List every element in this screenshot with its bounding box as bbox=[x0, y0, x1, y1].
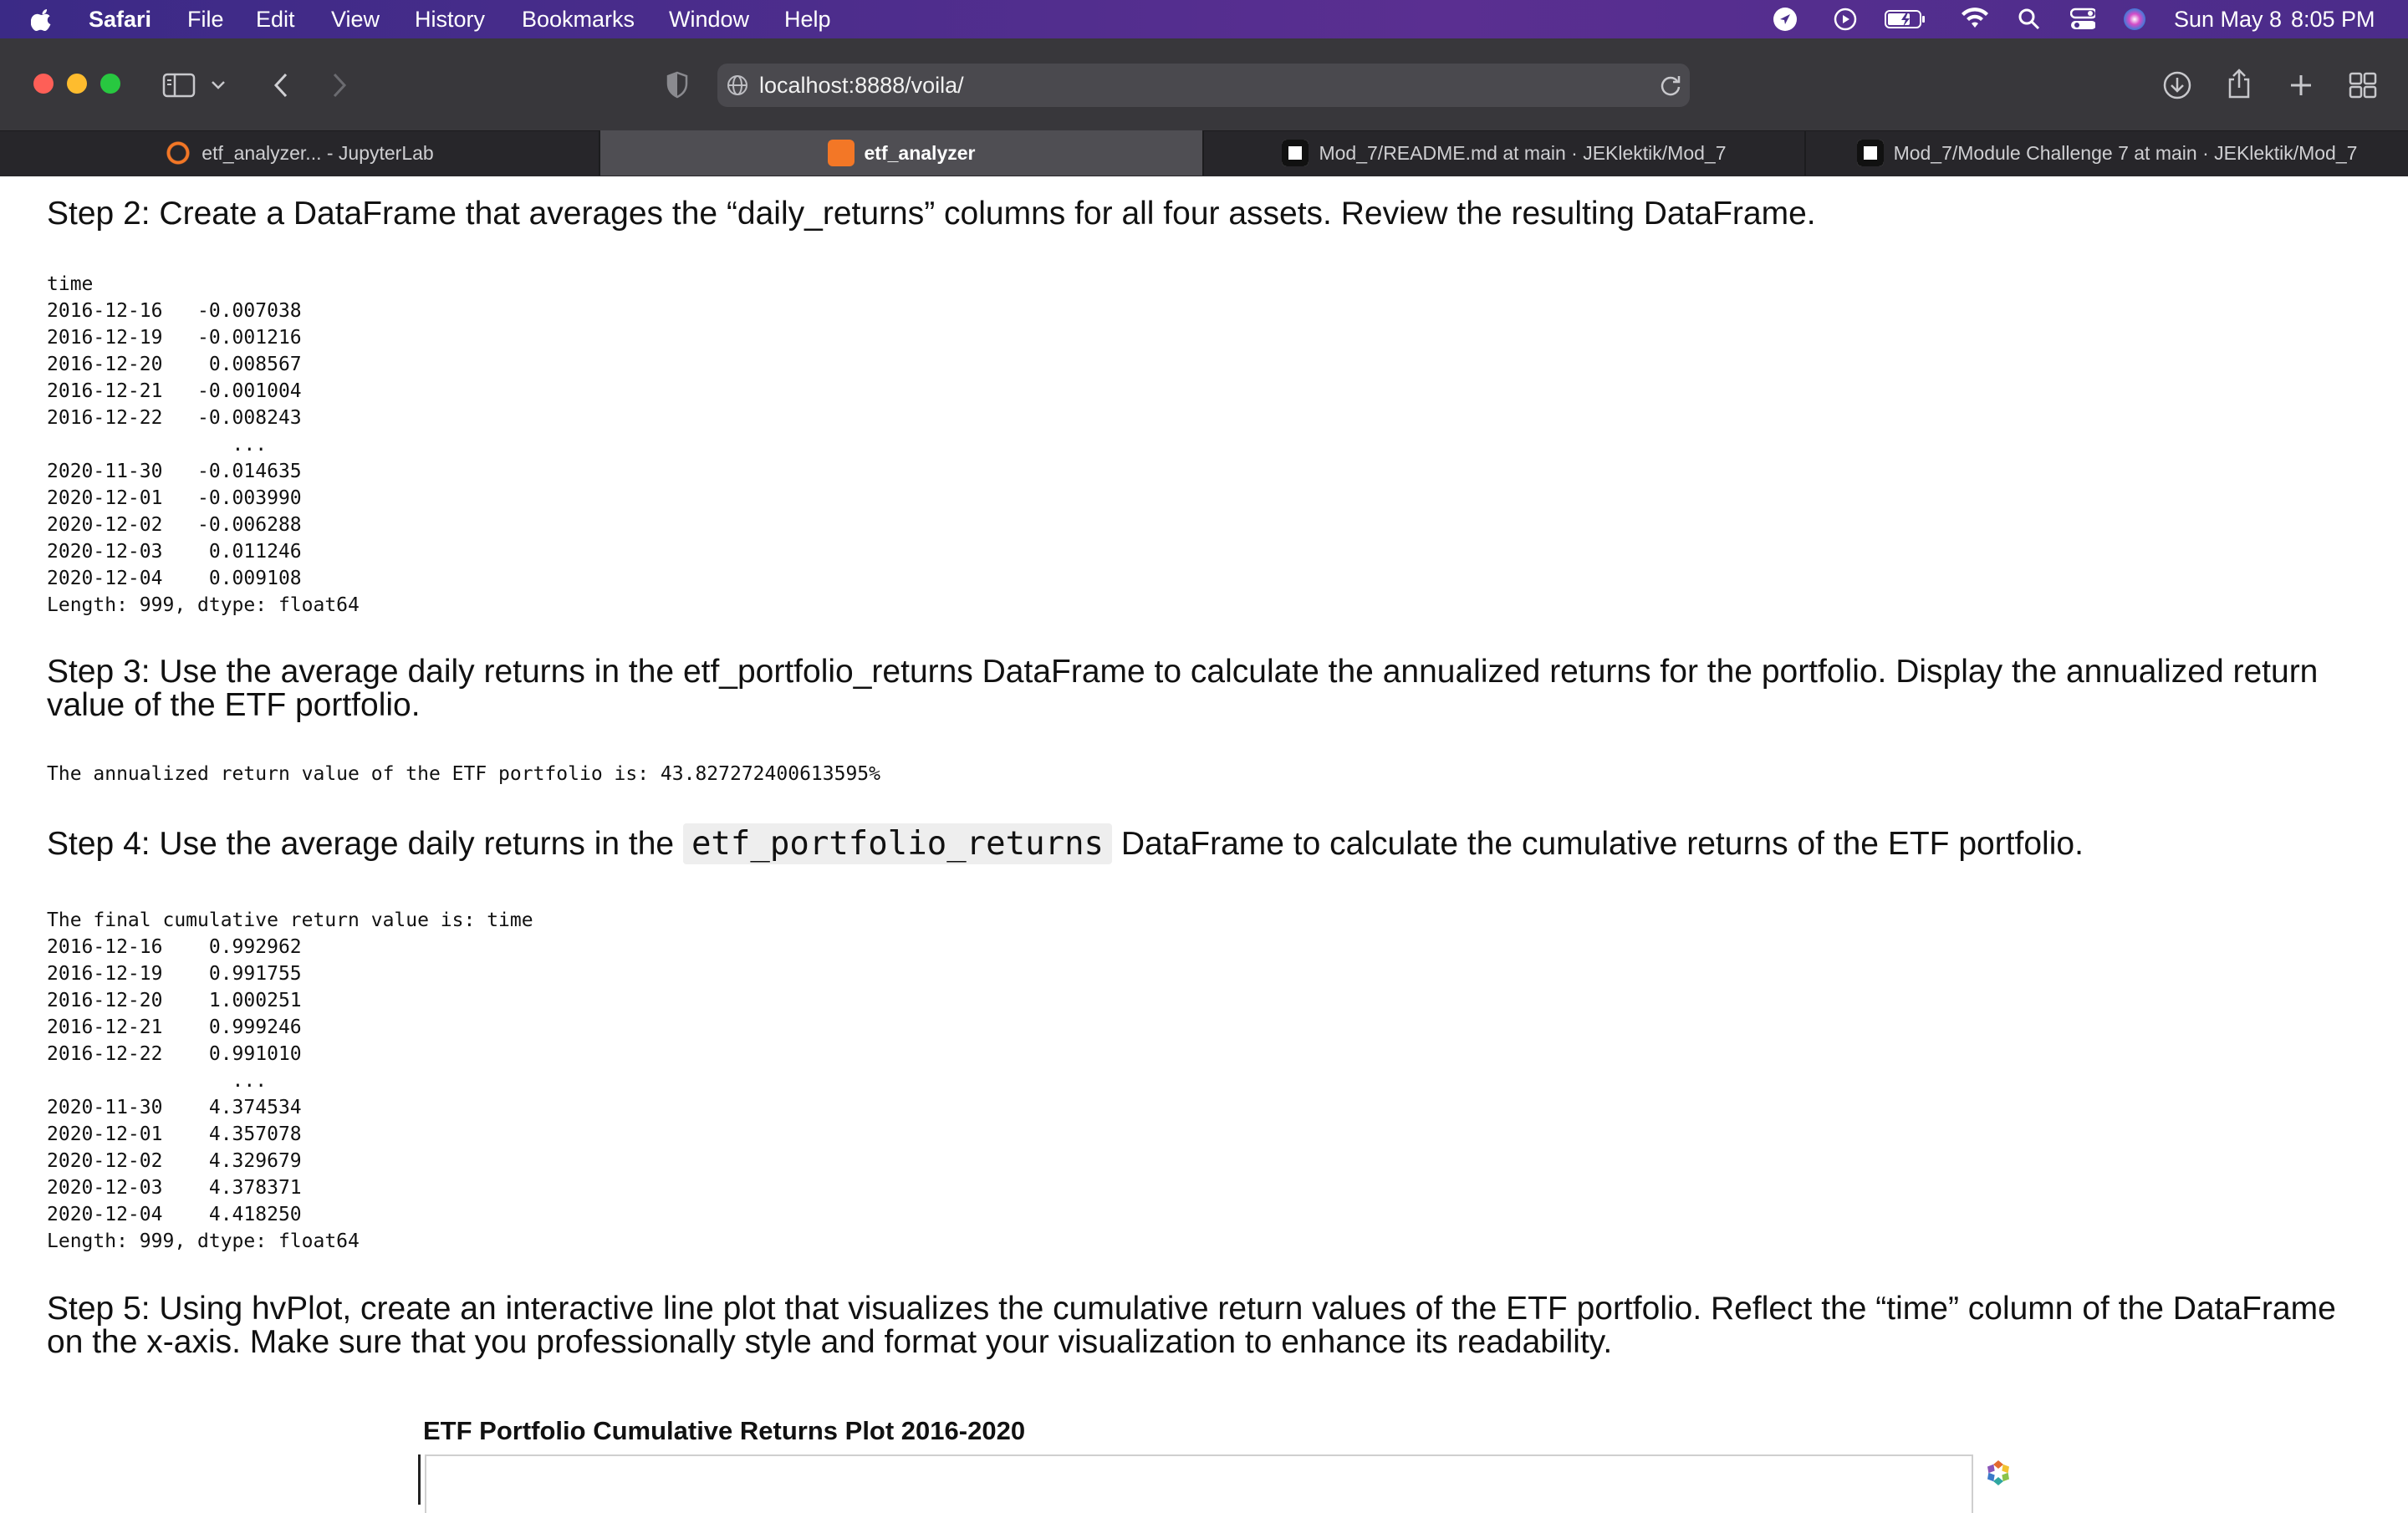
step2-heading: Step 2: Create a DataFrame that averages… bbox=[47, 196, 1816, 232]
tab-label: Mod_7/README.md at main · JEKlektik/Mod_… bbox=[1319, 141, 1727, 164]
bokeh-logo-icon[interactable] bbox=[1983, 1458, 2013, 1488]
menu-app-name[interactable]: Safari bbox=[89, 0, 151, 38]
globe-icon bbox=[726, 74, 749, 97]
plot-title: ETF Portfolio Cumulative Returns Plot 20… bbox=[423, 1416, 1026, 1445]
tab-jupyterlab[interactable]: etf_analyzer... - JupyterLab bbox=[0, 130, 600, 176]
menu-file[interactable]: File bbox=[187, 0, 224, 38]
zoom-window-button[interactable] bbox=[100, 74, 120, 94]
apple-icon[interactable] bbox=[30, 7, 55, 32]
siri-icon[interactable] bbox=[2122, 7, 2147, 32]
tab-readme[interactable]: Mod_7/README.md at main · JEKlektik/Mod_… bbox=[1204, 130, 1806, 176]
forward-icon[interactable] bbox=[321, 67, 358, 104]
step2-output: time 2016-12-16 -0.007038 2016-12-19 -0.… bbox=[47, 273, 360, 616]
tab-label: Mod_7/Module Challenge 7 at main · JEKle… bbox=[1893, 141, 2358, 164]
menu-history[interactable]: History bbox=[415, 0, 485, 38]
battery-icon[interactable] bbox=[1885, 7, 1926, 32]
step3-heading: Step 3: Use the average daily returns in… bbox=[47, 654, 2319, 723]
sidebar-icon[interactable] bbox=[161, 67, 197, 104]
menu-date[interactable]: Sun May 8 bbox=[2174, 0, 2282, 38]
step4-heading-pre: Step 4: Use the average daily returns in… bbox=[47, 826, 675, 862]
search-icon[interactable] bbox=[2017, 7, 2042, 32]
menu-window[interactable]: Window bbox=[669, 0, 749, 38]
minimize-window-button[interactable] bbox=[67, 74, 87, 94]
reload-icon[interactable] bbox=[1652, 67, 1689, 104]
github-icon bbox=[1282, 140, 1309, 166]
step4-heading-post: DataFrame to calculate the cumulative re… bbox=[1120, 826, 2084, 862]
url-text[interactable]: localhost:8888/voila/ bbox=[759, 64, 964, 107]
tab-label: etf_analyzer... - JupyterLab bbox=[202, 141, 434, 164]
menu-edit[interactable]: Edit bbox=[256, 0, 295, 38]
step4-heading-code: etf_portfolio_returns bbox=[682, 823, 1113, 864]
step5-heading: Step 5: Using hvPlot, create an interact… bbox=[47, 1291, 2336, 1360]
tab-label: etf_analyzer bbox=[864, 141, 976, 164]
menu-help[interactable]: Help bbox=[784, 0, 831, 38]
close-window-button[interactable] bbox=[33, 74, 54, 94]
menu-time[interactable]: 8:05 PM bbox=[2291, 0, 2375, 38]
wifi-icon[interactable] bbox=[1960, 7, 1990, 32]
privacy-shield-icon[interactable] bbox=[659, 67, 696, 104]
back-icon[interactable] bbox=[263, 67, 299, 104]
new-tab-icon[interactable] bbox=[2283, 67, 2319, 104]
tab-etf-analyzer[interactable]: etf_analyzer bbox=[600, 130, 1204, 176]
step4-output: The final cumulative return value is: ti… bbox=[47, 909, 533, 1252]
plot-y-axis bbox=[418, 1454, 421, 1505]
share-icon[interactable] bbox=[2221, 65, 2258, 102]
tab-overview-icon[interactable] bbox=[2344, 67, 2381, 104]
menu-view[interactable]: View bbox=[331, 0, 380, 38]
tab-module-challenge[interactable]: Mod_7/Module Challenge 7 at main · JEKle… bbox=[1806, 130, 2408, 176]
menu-bar: Safari File Edit View History Bookmarks … bbox=[0, 0, 2408, 38]
step4-heading: Step 4: Use the average daily returns in… bbox=[47, 823, 2338, 864]
step3-output: The annualized return value of the ETF p… bbox=[47, 763, 880, 785]
chevron-down-icon[interactable] bbox=[206, 67, 231, 104]
github-icon bbox=[1856, 140, 1884, 166]
control-center-icon[interactable] bbox=[2070, 7, 2095, 32]
download-icon[interactable] bbox=[2159, 67, 2196, 104]
location-icon[interactable] bbox=[1773, 7, 1798, 32]
jupyter-icon bbox=[165, 140, 192, 166]
jupyter-icon bbox=[827, 140, 855, 166]
menu-bookmarks[interactable]: Bookmarks bbox=[522, 0, 635, 38]
play-icon[interactable] bbox=[1833, 7, 1858, 32]
